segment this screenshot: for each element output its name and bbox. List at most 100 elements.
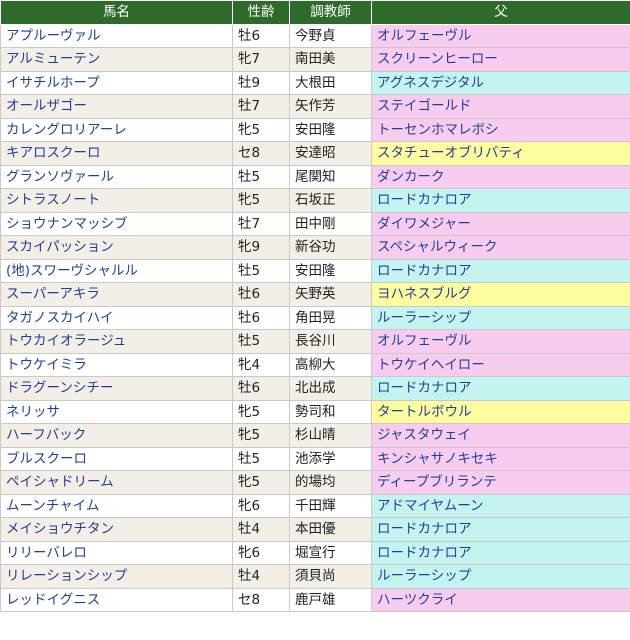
sex-age-cell: 牝5 — [232, 423, 290, 448]
horse-name-cell: ムーンチャイム — [0, 493, 233, 518]
table-row: リレーションシップ 牡4 須貝尚 ルーラーシップ — [0, 564, 630, 589]
trainer-cell: 今野貞 — [289, 23, 372, 48]
horse-name-cell: メイショウチタン — [0, 517, 233, 542]
trainer-cell: 高柳大 — [289, 352, 372, 377]
trainer-cell: 矢作芳 — [289, 94, 372, 119]
sex-age-cell: 牡6 — [232, 305, 290, 330]
table-row: ネリッサ 牝5 勢司和 タートルボウル — [0, 399, 630, 424]
trainer-cell: 安田隆 — [289, 117, 372, 142]
sex-age-cell: 牡7 — [232, 94, 290, 119]
horse-entry-table: 馬名 性齢 調教師 父 アプルーヴァル 牡6 今野貞 オルフェーヴル アルミューテン 牝7… — [0, 0, 630, 612]
trainer-cell: 新谷功 — [289, 235, 372, 260]
horse-name-cell: キアロスクーロ — [0, 141, 233, 166]
sex-age-cell: 牡5 — [232, 446, 290, 471]
trainer-cell: 安達昭 — [289, 141, 372, 166]
trainer-cell: 北出成 — [289, 376, 372, 401]
sex-age-cell: 牡4 — [232, 564, 290, 589]
horse-name-cell: ハーフバック — [0, 423, 233, 448]
trainer-cell: 堀宣行 — [289, 540, 372, 565]
table-row: タガノスカイハイ 牡6 角田晃 ルーラーシップ — [0, 305, 630, 330]
sire-cell: ルーラーシップ — [371, 564, 630, 589]
trainer-cell: 安田隆 — [289, 258, 372, 283]
sex-age-cell: 牡7 — [232, 211, 290, 236]
table-row: レッドイグニス セ8 鹿戸雄 ハーツクライ — [0, 587, 630, 612]
sex-age-cell: 牡6 — [232, 376, 290, 401]
horse-name-cell: トウケイミラ — [0, 352, 233, 377]
horse-name-cell: トウカイオラージュ — [0, 329, 233, 354]
horse-name-cell: カレングロリアーレ — [0, 117, 233, 142]
trainer-cell: 長谷川 — [289, 329, 372, 354]
horse-name-cell: グランソヴァール — [0, 164, 233, 189]
trainer-cell: 千田輝 — [289, 493, 372, 518]
sex-age-cell: 牝5 — [232, 399, 290, 424]
trainer-cell: 石坂正 — [289, 188, 372, 213]
header-trainer: 調教師 — [289, 0, 372, 25]
sire-cell: スペシャルウィーク — [371, 235, 630, 260]
trainer-cell: 杉山晴 — [289, 423, 372, 448]
horse-name-cell: アプルーヴァル — [0, 23, 233, 48]
sire-cell: トーセンホマレボシ — [371, 117, 630, 142]
table-row: オールザゴー 牡7 矢作芳 ステイゴールド — [0, 94, 630, 119]
sex-age-cell: 牡6 — [232, 23, 290, 48]
table-row: ハーフバック 牝5 杉山晴 ジャスタウェイ — [0, 423, 630, 448]
table-row: キアロスクーロ セ8 安達昭 スタチューオブリバティ — [0, 141, 630, 166]
sire-cell: ロードカナロア — [371, 517, 630, 542]
trainer-cell: 本田優 — [289, 517, 372, 542]
sex-age-cell: 牝5 — [232, 117, 290, 142]
sire-cell: オルフェーヴル — [371, 23, 630, 48]
trainer-cell: 須貝尚 — [289, 564, 372, 589]
sire-cell: アドマイヤムーン — [371, 493, 630, 518]
horse-name-cell: アルミューテン — [0, 47, 233, 72]
trainer-cell: 的場均 — [289, 470, 372, 495]
sire-cell: スクリーンヒーロー — [371, 47, 630, 72]
sire-cell: アグネスデジタル — [371, 70, 630, 95]
sex-age-cell: 牝6 — [232, 493, 290, 518]
sex-age-cell: 牝6 — [232, 540, 290, 565]
sex-age-cell: 牡6 — [232, 282, 290, 307]
horse-name-cell: ネリッサ — [0, 399, 233, 424]
trainer-cell: 南田美 — [289, 47, 372, 72]
sire-cell: ジャスタウェイ — [371, 423, 630, 448]
horse-name-cell: ブルスクーロ — [0, 446, 233, 471]
sex-age-cell: 牡5 — [232, 329, 290, 354]
table-row: (地)スワーヴシャルル 牡5 安田隆 ロードカナロア — [0, 258, 630, 283]
horse-name-cell: タガノスカイハイ — [0, 305, 233, 330]
sex-age-cell: 牝9 — [232, 235, 290, 260]
trainer-cell: 鹿戸雄 — [289, 587, 372, 612]
header-sex-age: 性齢 — [232, 0, 290, 25]
table-body: アプルーヴァル 牡6 今野貞 オルフェーヴル アルミューテン 牝7 南田美 スクリーンヒーロー… — [0, 23, 630, 612]
trainer-cell: 勢司和 — [289, 399, 372, 424]
sex-age-cell: 牝5 — [232, 188, 290, 213]
table-row: イサチルホープ 牡9 大根田 アグネスデジタル — [0, 70, 630, 95]
sex-age-cell: セ8 — [232, 587, 290, 612]
horse-name-cell: (地)スワーヴシャルル — [0, 258, 233, 283]
horse-name-cell: ドラグーンシチー — [0, 376, 233, 401]
sire-cell: ダイワメジャー — [371, 211, 630, 236]
horse-name-cell: レッドイグニス — [0, 587, 233, 612]
sire-cell: オルフェーヴル — [371, 329, 630, 354]
table-row: アルミューテン 牝7 南田美 スクリーンヒーロー — [0, 47, 630, 72]
sire-cell: スタチューオブリバティ — [371, 141, 630, 166]
sire-cell: ヨハネスブルグ — [371, 282, 630, 307]
table-row: ペイシャドリーム 牝5 的場均 ディープブリランテ — [0, 470, 630, 495]
sex-age-cell: 牝5 — [232, 470, 290, 495]
table-row: ムーンチャイム 牝6 千田輝 アドマイヤムーン — [0, 493, 630, 518]
horse-name-cell: リレーションシップ — [0, 564, 233, 589]
sex-age-cell: 牝7 — [232, 47, 290, 72]
sire-cell: ハーツクライ — [371, 587, 630, 612]
sire-cell: ダンカーク — [371, 164, 630, 189]
horse-name-cell: シトラスノート — [0, 188, 233, 213]
sire-cell: ロードカナロア — [371, 540, 630, 565]
sire-cell: キンシャサノキセキ — [371, 446, 630, 471]
header-sire: 父 — [371, 0, 630, 25]
table-row: スカイパッション 牝9 新谷功 スペシャルウィーク — [0, 235, 630, 260]
sire-cell: トウケイヘイロー — [371, 352, 630, 377]
sex-age-cell: 牡5 — [232, 164, 290, 189]
horse-name-cell: スカイパッション — [0, 235, 233, 260]
table-row: リリーバレロ 牝6 堀宣行 ロードカナロア — [0, 540, 630, 565]
table-row: ショウナンマッシブ 牡7 田中剛 ダイワメジャー — [0, 211, 630, 236]
sex-age-cell: 牝4 — [232, 352, 290, 377]
table-row: グランソヴァール 牡5 尾関知 ダンカーク — [0, 164, 630, 189]
trainer-cell: 角田晃 — [289, 305, 372, 330]
horse-name-cell: リリーバレロ — [0, 540, 233, 565]
